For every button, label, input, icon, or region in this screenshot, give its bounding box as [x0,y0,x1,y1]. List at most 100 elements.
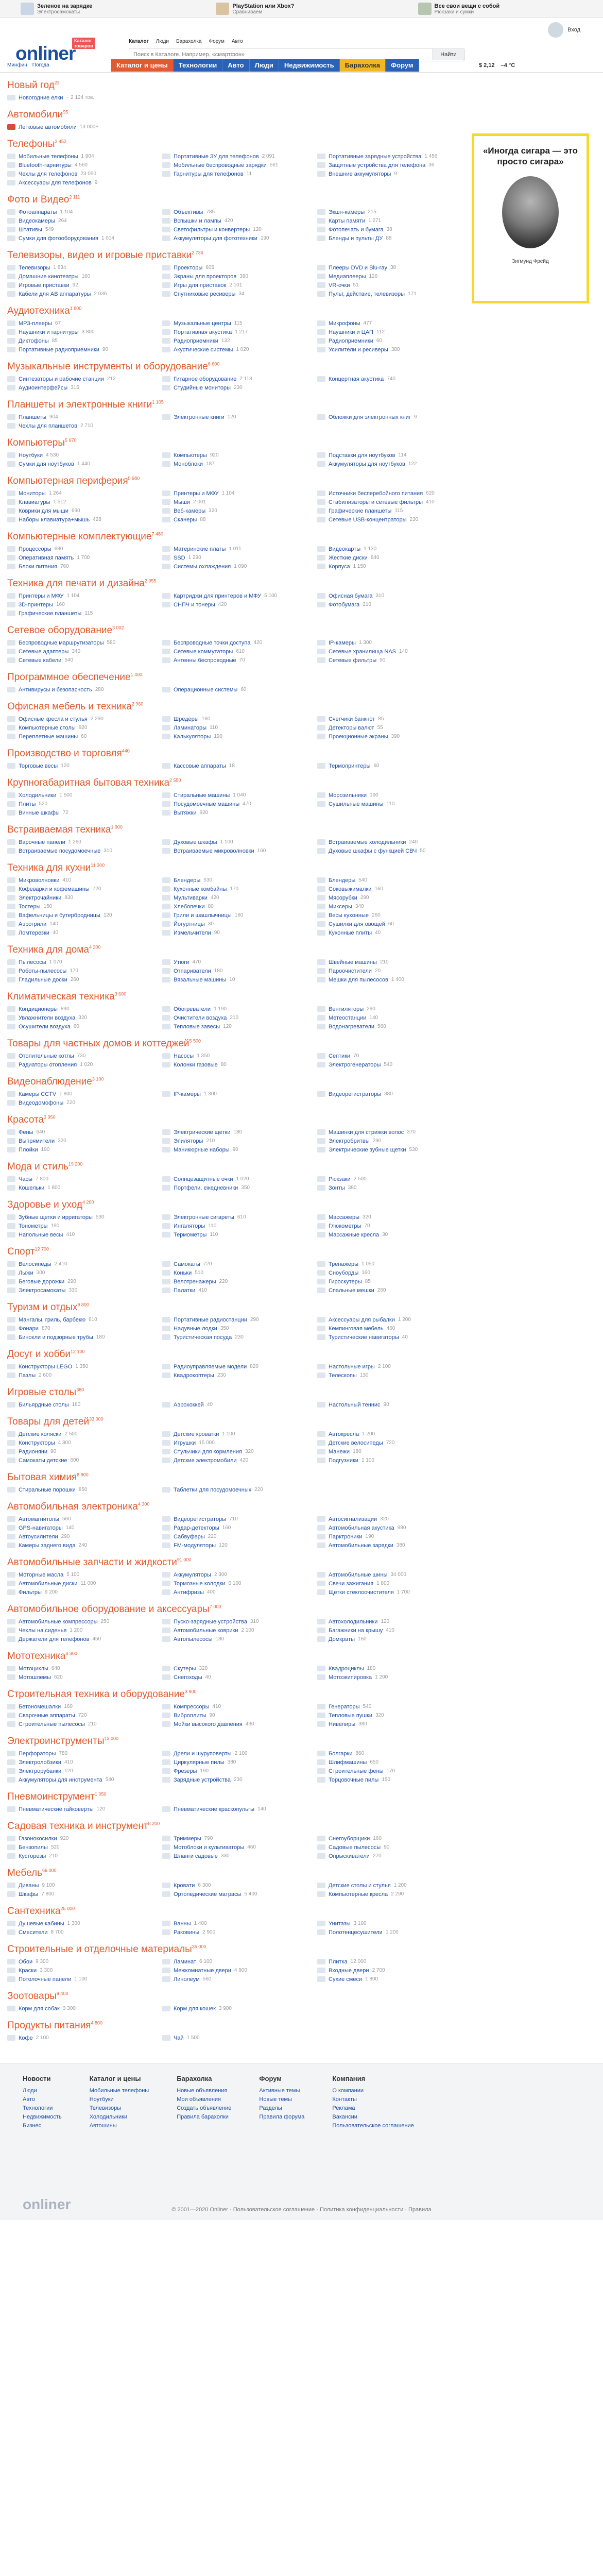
category-link[interactable]: Миксеры 340 [317,902,469,911]
category-link[interactable]: Портативные зарядные устройства 1 456 [317,152,469,161]
category-link[interactable]: Корпуса 1 150 [317,562,469,571]
category-label[interactable]: Спальные мешки [329,1287,374,1294]
category-link[interactable]: Аэрогрили 140 [7,920,159,928]
category-link[interactable]: Встраиваемые посудомоечные 310 [7,846,159,855]
category-link[interactable]: Велосипеды 2 410 [7,1260,159,1268]
section-title[interactable]: Бытовая химия8 900 [7,1465,603,1485]
footer-link[interactable]: Реклама [332,2104,414,2113]
section-title[interactable]: Красота3 950 [7,1107,603,1128]
category-link[interactable]: Осушители воздуха 60 [7,1022,159,1031]
category-link[interactable]: Детские велосипеды 720 [317,1438,469,1447]
category-link[interactable]: Водонагреватели 560 [317,1022,469,1031]
category-label[interactable]: Bluetooth-гарнитуры [19,162,72,168]
category-link[interactable]: Сканеры 88 [162,515,314,524]
category-link[interactable]: Портфели, ежедневники 350 [162,1183,314,1192]
category-link[interactable]: Пульт, действие, телевизоры 171 [317,290,469,298]
category-link[interactable]: Торговые весы 120 [7,761,159,770]
category-link[interactable]: Увлажнители воздуха 320 [7,1013,159,1022]
category-label[interactable]: Стиральные порошки [19,1487,76,1493]
category-link[interactable]: Солнцезащитные очки 1 020 [162,1175,314,1183]
category-link[interactable]: Перфораторы 780 [7,1749,159,1758]
category-link[interactable]: Видеорегистраторы 380 [317,1090,469,1098]
category-label[interactable]: Видеорегистраторы [174,1516,226,1522]
category-label[interactable]: Автомобильная акустика [329,1525,394,1531]
category-link[interactable]: GPS-навигаторы 140 [7,1523,159,1532]
category-label[interactable]: Плиты [19,801,36,807]
category-label[interactable]: Грили и шашлычницы [174,912,232,919]
category-label[interactable]: Автопылесосы [174,1636,213,1642]
category-label[interactable]: Мотоэкипировка [329,1674,372,1681]
search-tab-baraholka[interactable]: Барахолка [176,39,201,44]
category-label[interactable]: Кемпинговая мебель [329,1326,384,1332]
category-label[interactable]: Наборы клавиатура+мышь [19,517,90,523]
category-link[interactable]: Дрели и шуруповерты 2 100 [162,1749,314,1758]
category-link[interactable]: Камеры заднего вида 240 [7,1541,159,1550]
category-link[interactable]: Полотенцесушители 1 200 [317,1928,469,1937]
category-label[interactable]: Системы охлаждения [174,564,231,570]
category-label[interactable]: Аккумуляторы для инструмента [19,1777,102,1783]
category-link[interactable]: Мыши 2 001 [162,498,314,506]
category-label[interactable]: Кабели для АВ аппаратуры [19,291,91,297]
category-link[interactable]: Кусторезы 210 [7,1852,159,1860]
category-link[interactable]: Роботы-пылесосы 170 [7,967,159,975]
category-link[interactable]: Пневматические гайковерты 120 [7,1805,159,1814]
category-link[interactable]: Квадрокоптеры 230 [162,1371,314,1380]
category-link[interactable]: Кухонные плиты 40 [317,928,469,937]
section-title[interactable]: Автомобили95 [7,102,603,123]
category-label[interactable]: Беспроводные маршрутизаторы [19,640,104,646]
category-label[interactable]: Электронные книги [174,414,225,420]
category-link[interactable]: Циркулярные пилы 380 [162,1758,314,1767]
category-label[interactable]: Вспышки и лампы [174,218,221,224]
category-label[interactable]: Электробритвы [329,1138,370,1144]
category-link[interactable]: Настольный теннис 90 [317,1400,469,1409]
category-link[interactable]: Корм для собак 3 300 [7,2004,159,2013]
category-label[interactable]: Таблетки для посудомоечных [174,1487,251,1493]
category-label[interactable]: Электронные сигареты [174,1214,234,1221]
category-link[interactable]: Диваны 9 100 [7,1881,159,1890]
category-label[interactable]: Детские столы и стулья [329,1883,391,1889]
category-label[interactable]: Чехлы для планшетов [19,423,77,429]
category-link[interactable]: Ортопедические матрасы 5 400 [162,1890,314,1899]
category-link[interactable]: Сноуборды 160 [317,1268,469,1277]
category-label[interactable]: Фонари [19,1326,39,1332]
category-label[interactable]: Кассовые аппараты [174,763,226,769]
category-label[interactable]: Стабилизаторы и сетевые фильтры [329,499,423,505]
section-title[interactable]: Климатическая техника3 600 [7,984,603,1005]
category-link[interactable]: Электронные сигареты 610 [162,1213,314,1222]
category-label[interactable]: Полотенцесушители [329,1929,383,1936]
category-label[interactable]: Плойки [19,1147,38,1153]
category-label[interactable]: Коврики для мыши [19,508,68,514]
search-input[interactable] [129,49,433,60]
category-link[interactable]: Кондиционеры 890 [7,1005,159,1013]
category-label[interactable]: Осушители воздуха [19,1024,71,1030]
category-link[interactable]: Болгарки 860 [317,1749,469,1758]
category-label[interactable]: Солнцезащитные очки [174,1176,233,1182]
category-label[interactable]: Портативные зарядные устройства [329,154,421,160]
category-label[interactable]: Сумки для фотооборудования [19,235,98,242]
category-link[interactable]: Тостеры 150 [7,902,159,911]
category-label[interactable]: Видеокарты [329,546,360,552]
category-link[interactable]: Садовые пылесосы 90 [317,1843,469,1852]
category-link[interactable]: Винные шкафы 72 [7,808,159,817]
footer-link[interactable]: Вакансии [332,2113,414,2122]
category-label[interactable]: Электролобзики [19,1759,61,1766]
category-link[interactable]: Студийные мониторы 230 [162,383,314,392]
category-link[interactable]: Фены 640 [7,1128,159,1137]
category-link[interactable]: Автомобильные диски 11 000 [7,1579,159,1588]
category-link[interactable]: Материнские платы 1 011 [162,545,314,553]
category-link[interactable]: Плойки 190 [7,1145,159,1154]
category-label[interactable]: GPS-навигаторы [19,1525,63,1531]
category-link[interactable]: Медиаплееры 126 [317,272,469,281]
category-label[interactable]: Машинки для стрижки волос [329,1129,404,1136]
category-label[interactable]: Клавиатуры [19,499,50,505]
category-label[interactable]: Видеодомофоны [19,1100,63,1106]
category-label[interactable]: Болгарки [329,1751,352,1757]
category-link[interactable]: Проекторы 605 [162,263,314,272]
category-link[interactable]: Встраиваемые холодильники 240 [317,838,469,846]
category-link[interactable]: Беспроводные маршрутизаторы 580 [7,638,159,647]
category-label[interactable]: Источники бесперебойного питания [329,490,423,497]
category-link[interactable]: Тренажеры 1 050 [317,1260,469,1268]
category-link[interactable]: Телевизоры 1 834 [7,263,159,272]
category-link[interactable]: Настольные игры 2 100 [317,1362,469,1371]
category-label[interactable]: Тостеры [19,904,41,910]
